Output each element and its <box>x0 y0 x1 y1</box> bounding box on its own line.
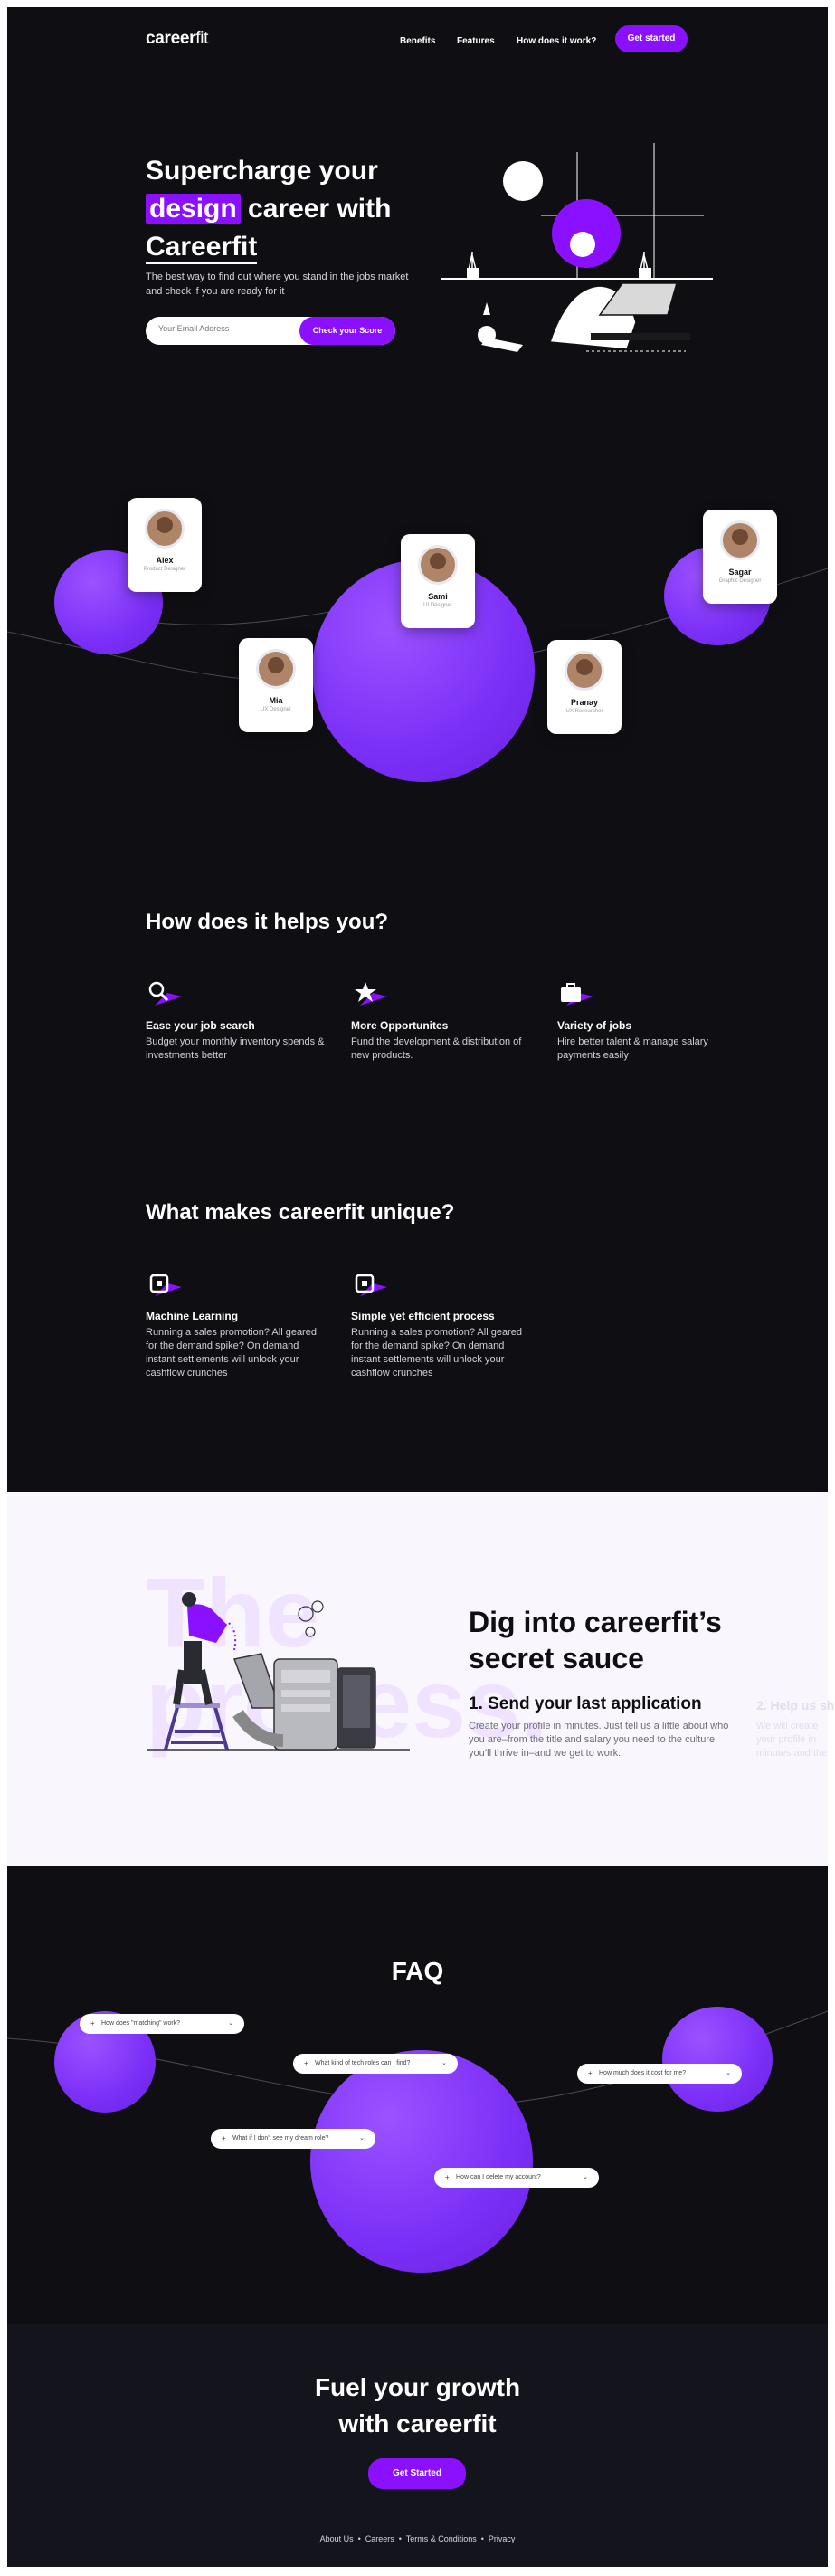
avatar <box>418 545 458 585</box>
profile-card[interactable]: Sami UI Designer <box>401 534 475 628</box>
chevron-down-icon: ⌄ <box>726 2070 731 2076</box>
faq-item[interactable]: + How much does it cost for me? ⌄ <box>577 2064 742 2084</box>
chip-icon <box>355 1274 387 1296</box>
decor-blob <box>662 2007 773 2112</box>
hero-title-highlight: design <box>146 194 241 224</box>
plus-icon: + <box>90 2019 95 2027</box>
check-score-button[interactable]: Check your Score <box>299 317 395 345</box>
email-form: Check your Score <box>146 317 395 345</box>
footer: Fuel your growth with careerfit Get Star… <box>7 2324 828 2567</box>
feature-item: More Opportunites Fund the development &… <box>351 980 532 1063</box>
feature-item: Simple yet efficient process Running a s… <box>351 1271 532 1380</box>
footer-get-started-button[interactable]: Get Started <box>368 2458 466 2489</box>
faq-item[interactable]: + What if I don't see my dream role? ⌄ <box>211 2129 375 2149</box>
step-1-desc: Create your profile in minutes. Just tel… <box>469 1721 729 1759</box>
process-section: The process. Dig into careerfit’s <box>7 1492 834 1866</box>
chip-icon <box>149 1274 182 1296</box>
step-2-desc: We will create your profile in minutes a… <box>756 1721 828 1759</box>
profile-card[interactable]: Alex Product Designer <box>128 498 202 592</box>
avatar <box>256 649 296 689</box>
decor-blob <box>310 2050 533 2273</box>
step-2-title: 2. Help us sh <box>756 1698 835 1713</box>
search-icon <box>148 981 182 1006</box>
hero-title: Supercharge your design career with Care… <box>146 152 444 266</box>
star-icon <box>355 982 387 1006</box>
faq-item[interactable]: + How does "matching" work? ⌄ <box>80 2014 244 2034</box>
nav-benefits[interactable]: Benefits <box>400 36 435 46</box>
get-started-button[interactable]: Get started <box>615 25 688 52</box>
chevron-down-icon: ⌄ <box>359 2135 365 2142</box>
feature-item: Variety of jobs Hire better talent & man… <box>557 980 738 1063</box>
faq-item[interactable]: + How can I delete my account? ⌄ <box>434 2168 599 2188</box>
hero-illustration <box>441 143 713 352</box>
feature-item: Machine Learning Running a sales promoti… <box>146 1271 327 1380</box>
nav-features[interactable]: Features <box>457 36 495 46</box>
helps-title: How does it helps you? <box>146 910 389 934</box>
footer-title: Fuel your growth with careerfit <box>314 2373 521 2438</box>
chevron-down-icon: ⌄ <box>228 2020 233 2027</box>
faq-item[interactable]: + What kind of tech roles can I find? ⌄ <box>293 2054 458 2074</box>
avatar <box>145 509 185 549</box>
footer-links[interactable]: About Us • Careers • Terms & Conditions … <box>7 2534 828 2543</box>
email-input[interactable] <box>158 324 294 333</box>
plus-icon: + <box>304 2059 308 2067</box>
plus-icon: + <box>588 2069 593 2077</box>
faq-section: FAQ + How does "matching" work? ⌄ + What… <box>7 1866 828 2324</box>
avatar <box>720 520 760 560</box>
plus-icon: + <box>445 2173 450 2181</box>
process-illustration <box>147 1592 410 1751</box>
nav-how-it-works[interactable]: How does it work? <box>517 36 596 46</box>
hero-subtitle: The best way to find out where you stand… <box>146 272 409 297</box>
unique-title: What makes careerfit unique? <box>146 1200 455 1225</box>
chevron-down-icon: ⌄ <box>441 2060 447 2066</box>
process-title: Dig into careerfit’s secret sauce <box>469 1606 722 1674</box>
avatar <box>565 651 604 691</box>
step-1-title: 1. Send your last application <box>469 1694 702 1713</box>
profile-card[interactable]: Sagar Graphic Designer <box>703 510 777 604</box>
chevron-down-icon: ⌄ <box>583 2174 588 2180</box>
profile-card[interactable]: Mia UX Designer <box>239 638 313 732</box>
feature-item: Ease your job search Budget your monthly… <box>146 980 327 1063</box>
profile-card[interactable]: Pranay UX Researcher <box>547 640 622 734</box>
briefcase-icon <box>561 983 593 1006</box>
dark-main-section: careerfit Benefits Features How does it … <box>7 7 828 1492</box>
plus-icon: + <box>222 2134 226 2142</box>
logo[interactable]: careerfit <box>146 29 208 49</box>
